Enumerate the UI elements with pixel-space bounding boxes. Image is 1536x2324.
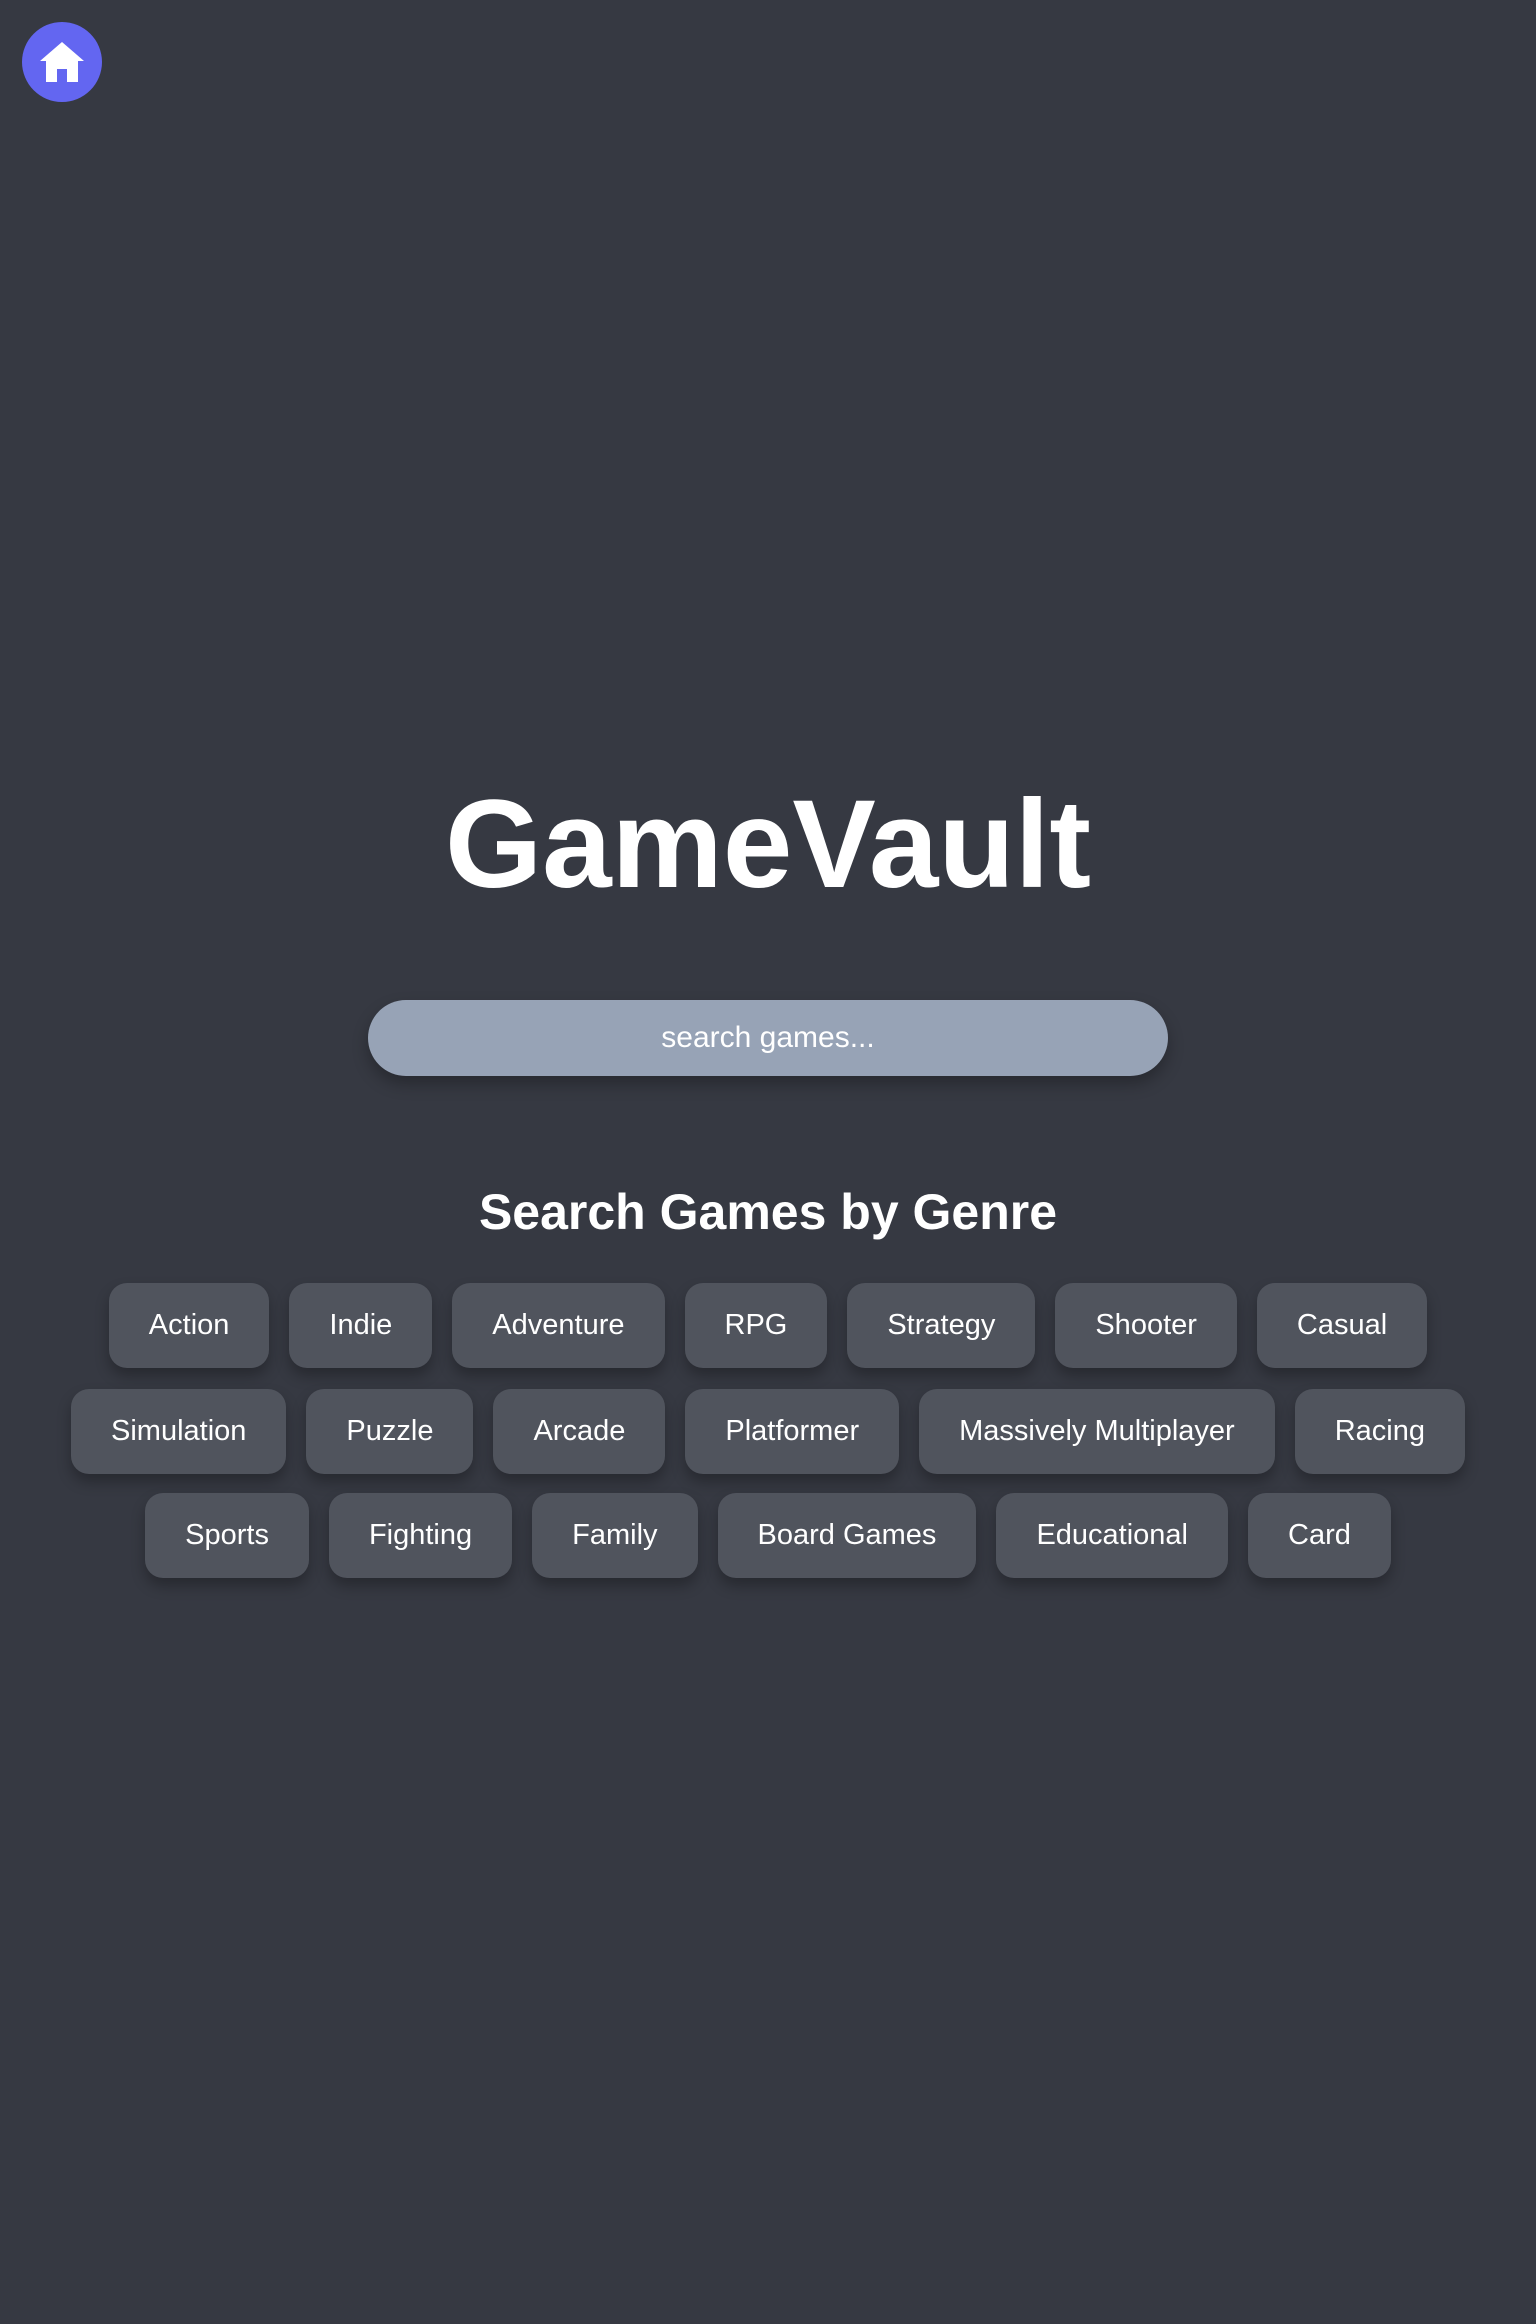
genre-row: Sports Fighting Family Board Games Educa… bbox=[0, 1493, 1536, 1578]
genre-row: Action Indie Adventure RPG Strategy Shoo… bbox=[0, 1283, 1536, 1368]
genre-heading: Search Games by Genre bbox=[478, 1184, 1058, 1240]
genre-button-rpg[interactable]: RPG bbox=[684, 1283, 828, 1368]
genre-button-racing[interactable]: Racing bbox=[1294, 1389, 1465, 1474]
genre-button-casual[interactable]: Casual bbox=[1256, 1283, 1428, 1368]
genre-button-sports[interactable]: Sports bbox=[145, 1493, 309, 1578]
search-input[interactable] bbox=[368, 1000, 1168, 1076]
app-title: GameVault bbox=[444, 775, 1092, 914]
home-button[interactable] bbox=[22, 22, 102, 102]
genre-button-shooter[interactable]: Shooter bbox=[1055, 1283, 1237, 1368]
genre-button-arcade[interactable]: Arcade bbox=[493, 1389, 666, 1474]
genre-button-board-games[interactable]: Board Games bbox=[717, 1493, 977, 1578]
genre-button-fighting[interactable]: Fighting bbox=[328, 1493, 513, 1578]
genre-button-adventure[interactable]: Adventure bbox=[452, 1283, 665, 1368]
genre-row: Simulation Puzzle Arcade Platformer Mass… bbox=[0, 1389, 1536, 1474]
genre-button-family[interactable]: Family bbox=[532, 1493, 698, 1578]
genre-button-educational[interactable]: Educational bbox=[996, 1493, 1228, 1578]
genre-button-massively-multiplayer[interactable]: Massively Multiplayer bbox=[919, 1389, 1275, 1474]
genre-button-card[interactable]: Card bbox=[1248, 1493, 1391, 1578]
genre-button-indie[interactable]: Indie bbox=[289, 1283, 433, 1368]
home-icon bbox=[40, 42, 84, 82]
genre-button-simulation[interactable]: Simulation bbox=[71, 1389, 287, 1474]
genre-button-platformer[interactable]: Platformer bbox=[685, 1389, 900, 1474]
genre-button-strategy[interactable]: Strategy bbox=[847, 1283, 1036, 1368]
genre-button-puzzle[interactable]: Puzzle bbox=[306, 1389, 474, 1474]
genre-button-action[interactable]: Action bbox=[108, 1283, 270, 1368]
